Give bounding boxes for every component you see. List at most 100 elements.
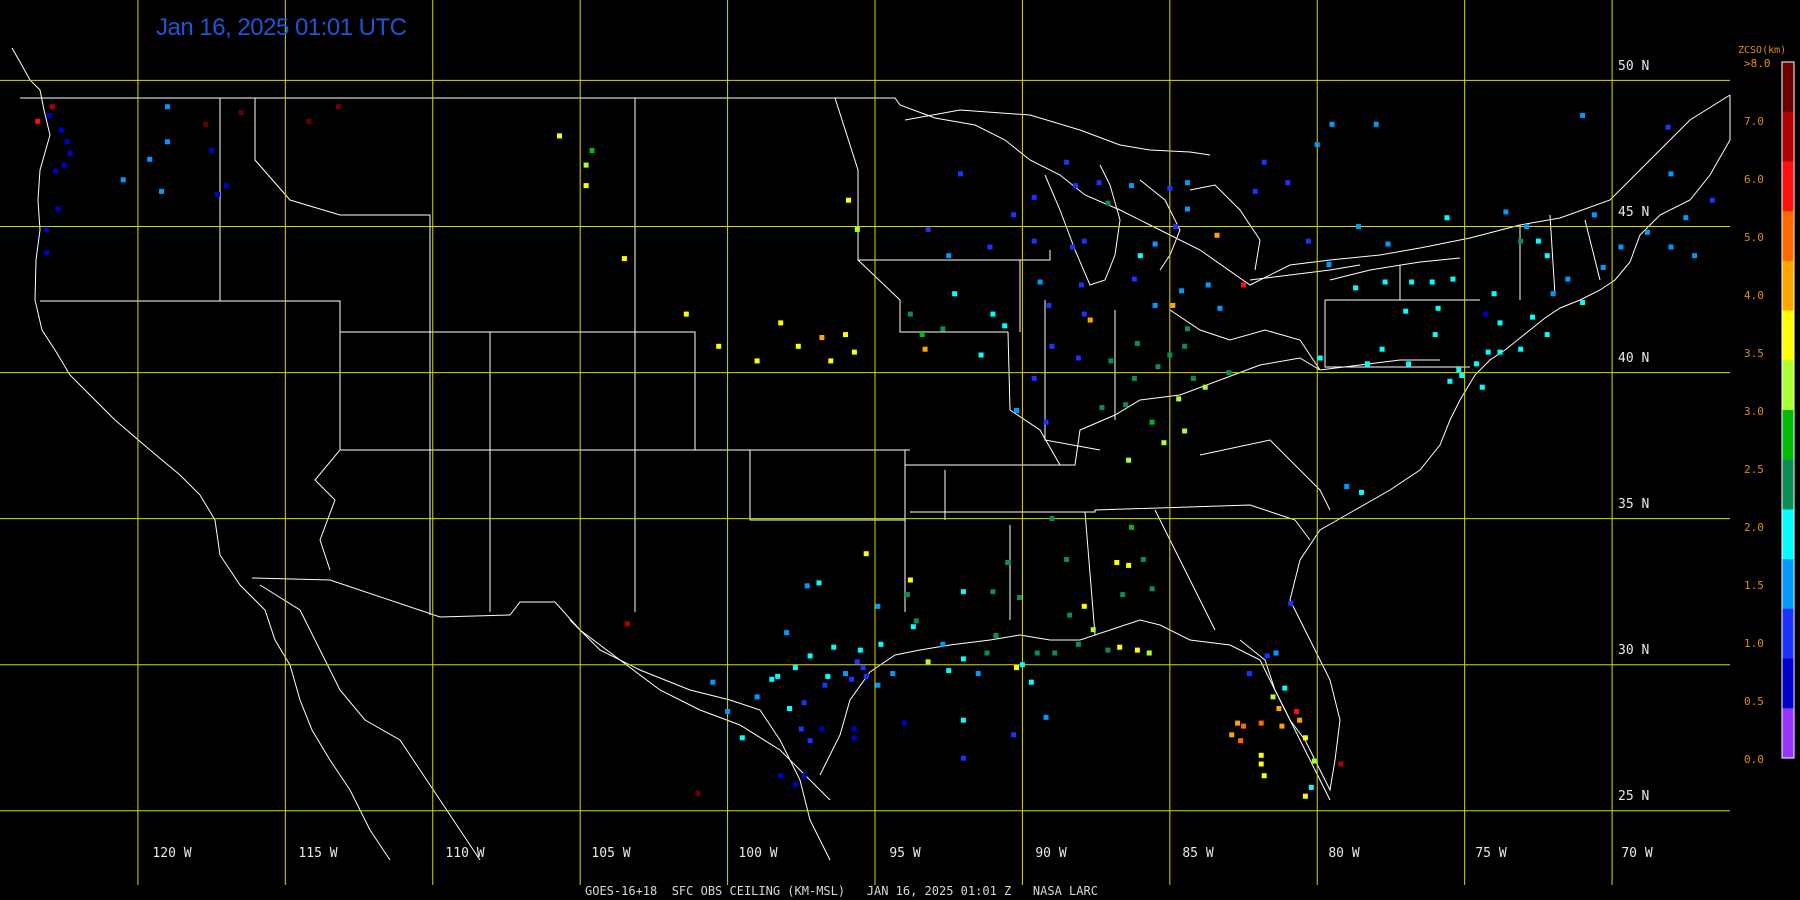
obs-point (1403, 308, 1409, 314)
legend-swatch (1782, 708, 1794, 759)
obs-point (1308, 784, 1314, 790)
obs-point (1114, 560, 1120, 565)
obs-point (335, 104, 341, 110)
obs-point (47, 113, 52, 118)
obs-point (1406, 361, 1412, 367)
obs-point (778, 320, 784, 326)
obs-point (807, 738, 813, 744)
obs-point (907, 311, 913, 317)
legend-label-2-5: 2.5 (1744, 463, 1764, 476)
obs-point (1282, 685, 1288, 691)
obs-point (754, 358, 760, 364)
lon-label-115w: 115 W (298, 846, 338, 861)
obs-point (1535, 238, 1541, 244)
obs-point (907, 577, 913, 583)
obs-point (1067, 612, 1073, 618)
obs-point (1126, 562, 1132, 568)
lon-label-90w: 90 W (1035, 846, 1067, 861)
obs-point (946, 668, 952, 674)
obs-point (1382, 279, 1388, 285)
legend-label-gt8: >8.0 (1744, 57, 1771, 70)
lat-label-35n: 35 N (1618, 497, 1650, 512)
obs-point (1134, 647, 1140, 653)
obs-point (828, 358, 834, 364)
obs-point (878, 641, 884, 647)
obs-point (1373, 121, 1379, 127)
obs-point (1497, 349, 1503, 355)
obs-point (1550, 291, 1556, 297)
obs-point (1692, 253, 1698, 259)
obs-point (807, 653, 813, 659)
obs-point (978, 352, 984, 358)
legend-label-0: 0.0 (1744, 753, 1764, 766)
obs-point (1473, 361, 1479, 367)
obs-point (1482, 311, 1488, 317)
obs-point (1668, 244, 1674, 250)
obs-point (1456, 367, 1462, 373)
obs-point (1105, 200, 1111, 206)
mexico-border (251, 577, 831, 801)
obs-point (1161, 440, 1167, 446)
obs-point (164, 104, 170, 110)
great-lakes (904, 109, 1461, 286)
obs-point (1683, 215, 1689, 221)
legend-label-1: 1.0 (1744, 637, 1764, 650)
obs-point (52, 168, 58, 174)
obs-point (919, 332, 925, 338)
obs-point (913, 618, 919, 624)
obs-point (1081, 603, 1087, 609)
obs-point (1518, 346, 1524, 352)
lon-label-100w: 100 W (738, 846, 778, 861)
obs-point (1229, 732, 1235, 738)
obs-point (1126, 457, 1132, 463)
obs-point (952, 291, 958, 297)
obs-point (1258, 720, 1264, 726)
obs-point (1031, 194, 1037, 200)
legend-swatch (1782, 360, 1794, 411)
lon-label-70w: 70 W (1621, 846, 1653, 861)
state-lines (40, 97, 1601, 636)
obs-point (990, 311, 996, 317)
obs-point (61, 162, 67, 168)
obs-point (44, 250, 49, 256)
obs-point (1075, 641, 1081, 647)
obs-point (1288, 600, 1294, 606)
obs-point (1580, 113, 1586, 118)
ceiling-map-view: Jan 16, 2025 01:01 UTC 50 N 45 N 40 N 35… (0, 0, 1800, 900)
obs-point (1170, 302, 1176, 308)
obs-point (1182, 343, 1188, 349)
legend-swatch (1782, 559, 1794, 610)
legend-swatch (1782, 62, 1794, 113)
lat-lon-grid (0, 0, 1730, 885)
obs-point (1140, 557, 1146, 562)
obs-point (583, 162, 589, 168)
lon-label-120w: 120 W (152, 846, 192, 861)
obs-point (1279, 723, 1285, 729)
obs-point (1005, 560, 1011, 565)
obs-point (854, 226, 860, 232)
obs-point (1049, 516, 1055, 522)
obs-point (1530, 314, 1535, 320)
obs-point (1202, 384, 1208, 390)
obs-point (55, 206, 61, 212)
obs-point (739, 735, 745, 741)
obs-point (1294, 709, 1300, 714)
obs-point (1167, 186, 1173, 191)
obs-point (1459, 373, 1465, 378)
obs-point (1081, 238, 1087, 244)
obs-point (35, 118, 41, 124)
obs-point (1070, 244, 1075, 250)
obs-point (1258, 752, 1264, 758)
lat-label-45n: 45 N (1618, 205, 1650, 220)
obs-point (1264, 653, 1270, 659)
obs-point (223, 183, 229, 189)
obs-point (164, 139, 170, 145)
obs-point (1046, 302, 1052, 308)
legend-label-5: 5.0 (1744, 231, 1764, 244)
obs-point (857, 647, 863, 653)
obs-point (925, 659, 931, 665)
obs-point (1073, 183, 1078, 189)
obs-point (1043, 714, 1049, 720)
obs-point (1099, 405, 1105, 411)
obs-point (925, 226, 931, 232)
